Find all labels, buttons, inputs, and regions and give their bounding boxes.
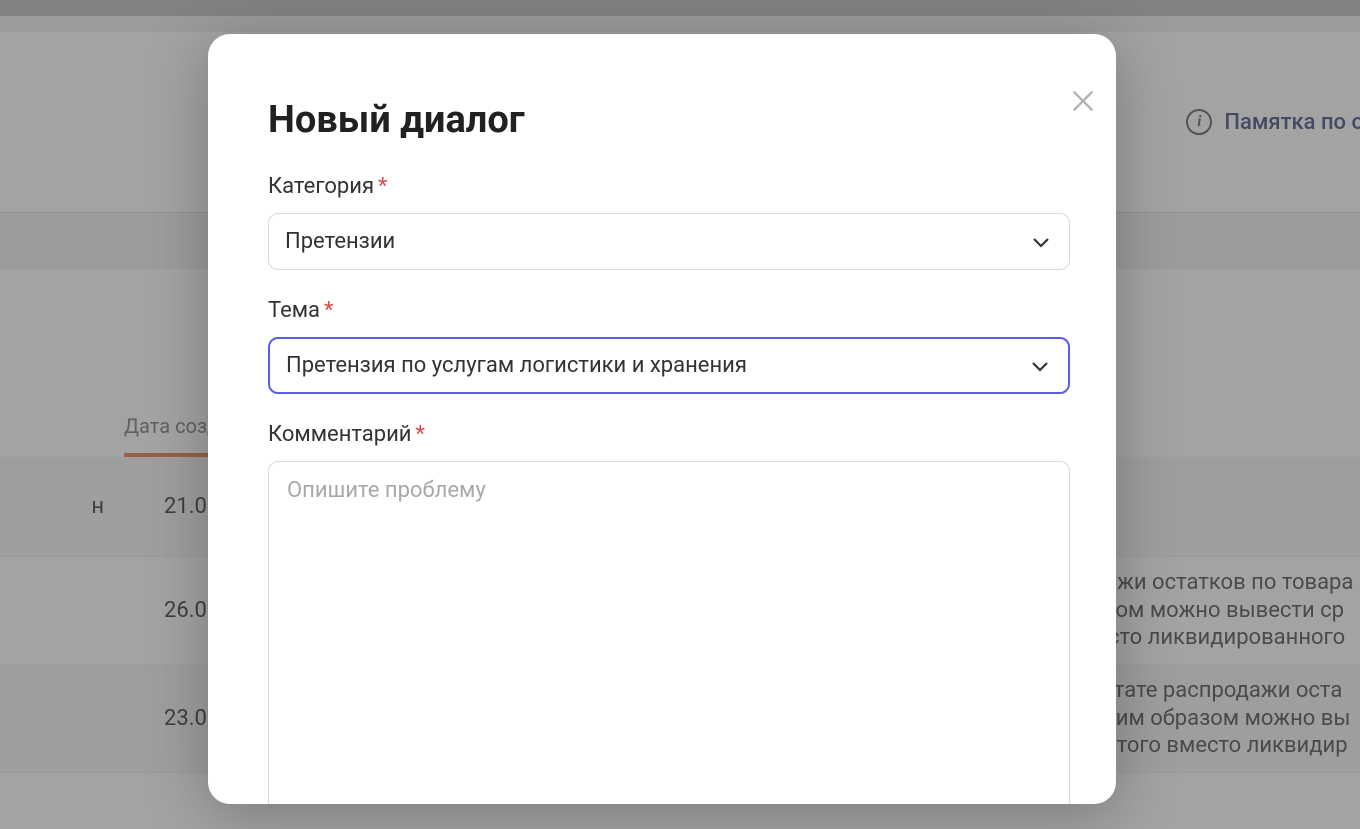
chevron-down-icon	[1028, 354, 1052, 378]
field-comment: Комментарий*	[268, 422, 1070, 804]
new-dialog-modal: Новый диалог Категория* Претензии Тема* …	[208, 34, 1116, 804]
field-category: Категория* Претензии	[268, 174, 1070, 270]
modal-body: Категория* Претензии Тема* Претензия по …	[208, 162, 1116, 804]
field-topic: Тема* Претензия по услугам логистики и х…	[268, 298, 1070, 394]
field-topic-label: Тема*	[268, 298, 1070, 323]
category-select-value: Претензии	[285, 229, 395, 254]
field-category-label: Категория*	[268, 174, 1070, 199]
field-comment-label: Комментарий*	[268, 422, 1070, 447]
modal-title: Новый диалог	[208, 34, 1116, 162]
close-icon	[1070, 88, 1096, 114]
topic-select[interactable]: Претензия по услугам логистики и хранени…	[268, 337, 1070, 394]
topic-select-value: Претензия по услугам логистики и хранени…	[286, 353, 747, 378]
comment-textarea[interactable]	[268, 461, 1070, 804]
close-button[interactable]	[1068, 86, 1098, 116]
chevron-down-icon	[1029, 230, 1053, 254]
category-select[interactable]: Претензии	[268, 213, 1070, 270]
